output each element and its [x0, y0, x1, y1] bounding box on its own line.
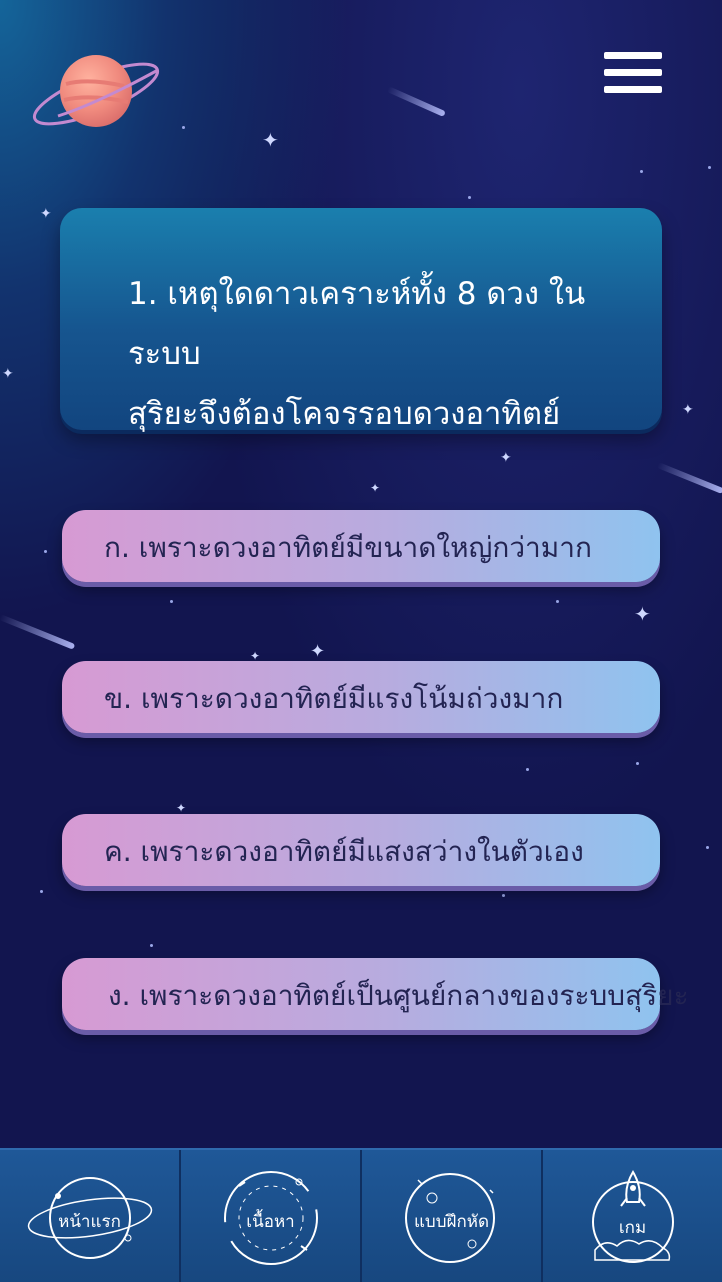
star-dot	[44, 550, 47, 553]
nav-tab-exercise[interactable]: แบบฝึกหัด	[362, 1150, 543, 1282]
star-dot	[468, 196, 471, 199]
star-dot	[640, 170, 643, 173]
nav-tab-content[interactable]: เนื้อหา	[181, 1150, 362, 1282]
nav-tab-label: แบบฝึกหัด	[413, 1212, 490, 1232]
quiz-screen: ✦ ✦ ✦ ✦ ✦ ✦ ✦ ✦ ✦ ✦ 1. เหตุใดดาวเคราะห์ท…	[0, 0, 722, 1282]
answer-option-a[interactable]: ก. เพราะดวงอาทิตย์มีขนาดใหญ่กว่ามาก	[62, 510, 660, 582]
shooting-star	[0, 614, 76, 650]
answer-option-label: ก. เพราะดวงอาทิตย์มีขนาดใหญ่กว่ามาก	[104, 531, 592, 564]
saturn-planet-icon	[32, 55, 160, 127]
nav-tab-game[interactable]: เกม	[543, 1150, 722, 1282]
star-icon: ✦	[634, 602, 651, 626]
hamburger-menu-icon	[604, 86, 662, 93]
star-icon: ✦	[370, 481, 381, 495]
answer-option-label: ค. เพราะดวงอาทิตย์มีแสงสว่างในตัวเอง	[104, 835, 584, 868]
question-line-1: 1. เหตุใดดาวเคราะห์ทั้ง 8 ดวง ในระบบ	[128, 276, 586, 372]
star-icon: ✦	[2, 366, 14, 382]
star-icon: ✦	[682, 402, 694, 418]
answer-option-d[interactable]: ง. เพราะดวงอาทิตย์เป็นศูนย์กลางของระบบสุ…	[62, 958, 689, 1030]
question-line-2: สุริยะจึงต้องโคจรรอบดวงอาทิตย์	[128, 396, 561, 432]
question-text: 1. เหตุใดดาวเคราะห์ทั้ง 8 ดวง ในระบบ สุร…	[128, 264, 628, 444]
nav-tab-label: เกม	[618, 1218, 647, 1238]
hamburger-menu-icon	[604, 69, 662, 76]
star-dot	[170, 600, 173, 603]
star-dot	[526, 768, 529, 771]
star-dot	[40, 890, 43, 893]
nav-tab-label: หน้าแรก	[58, 1212, 121, 1232]
star-dot	[706, 846, 709, 849]
star-icon: ✦	[310, 641, 326, 662]
nav-tab-home[interactable]: หน้าแรก	[0, 1150, 181, 1282]
answer-option-b[interactable]: ข. เพราะดวงอาทิตย์มีแรงโน้มถ่วงมาก	[62, 661, 660, 733]
star-dot	[708, 166, 711, 169]
answer-option-label: ข. เพราะดวงอาทิตย์มีแรงโน้มถ่วงมาก	[104, 682, 564, 715]
bottom-nav: หน้าแรก เนื้อหา แบบฝึกหัด เกม	[0, 1148, 722, 1282]
shooting-star	[656, 462, 722, 495]
star-dot	[502, 894, 505, 897]
star-icon: ✦	[262, 128, 279, 152]
answer-option-label: ง. เพราะดวงอาทิตย์เป็นศูนย์กลางของระบบสุ…	[108, 979, 689, 1012]
star-dot	[556, 600, 559, 603]
menu-button[interactable]	[604, 52, 666, 98]
question-card: 1. เหตุใดดาวเคราะห์ทั้ง 8 ดวง ในระบบ สุร…	[60, 208, 662, 432]
star-icon: ✦	[500, 450, 512, 466]
shooting-star	[386, 86, 446, 117]
star-icon: ✦	[40, 206, 52, 222]
nav-tab-label: เนื้อหา	[246, 1212, 295, 1232]
hamburger-menu-icon	[604, 52, 662, 59]
star-dot	[182, 126, 185, 129]
star-dot	[150, 944, 153, 947]
answer-option-c[interactable]: ค. เพราะดวงอาทิตย์มีแสงสว่างในตัวเอง	[62, 814, 660, 886]
star-dot	[636, 762, 639, 765]
